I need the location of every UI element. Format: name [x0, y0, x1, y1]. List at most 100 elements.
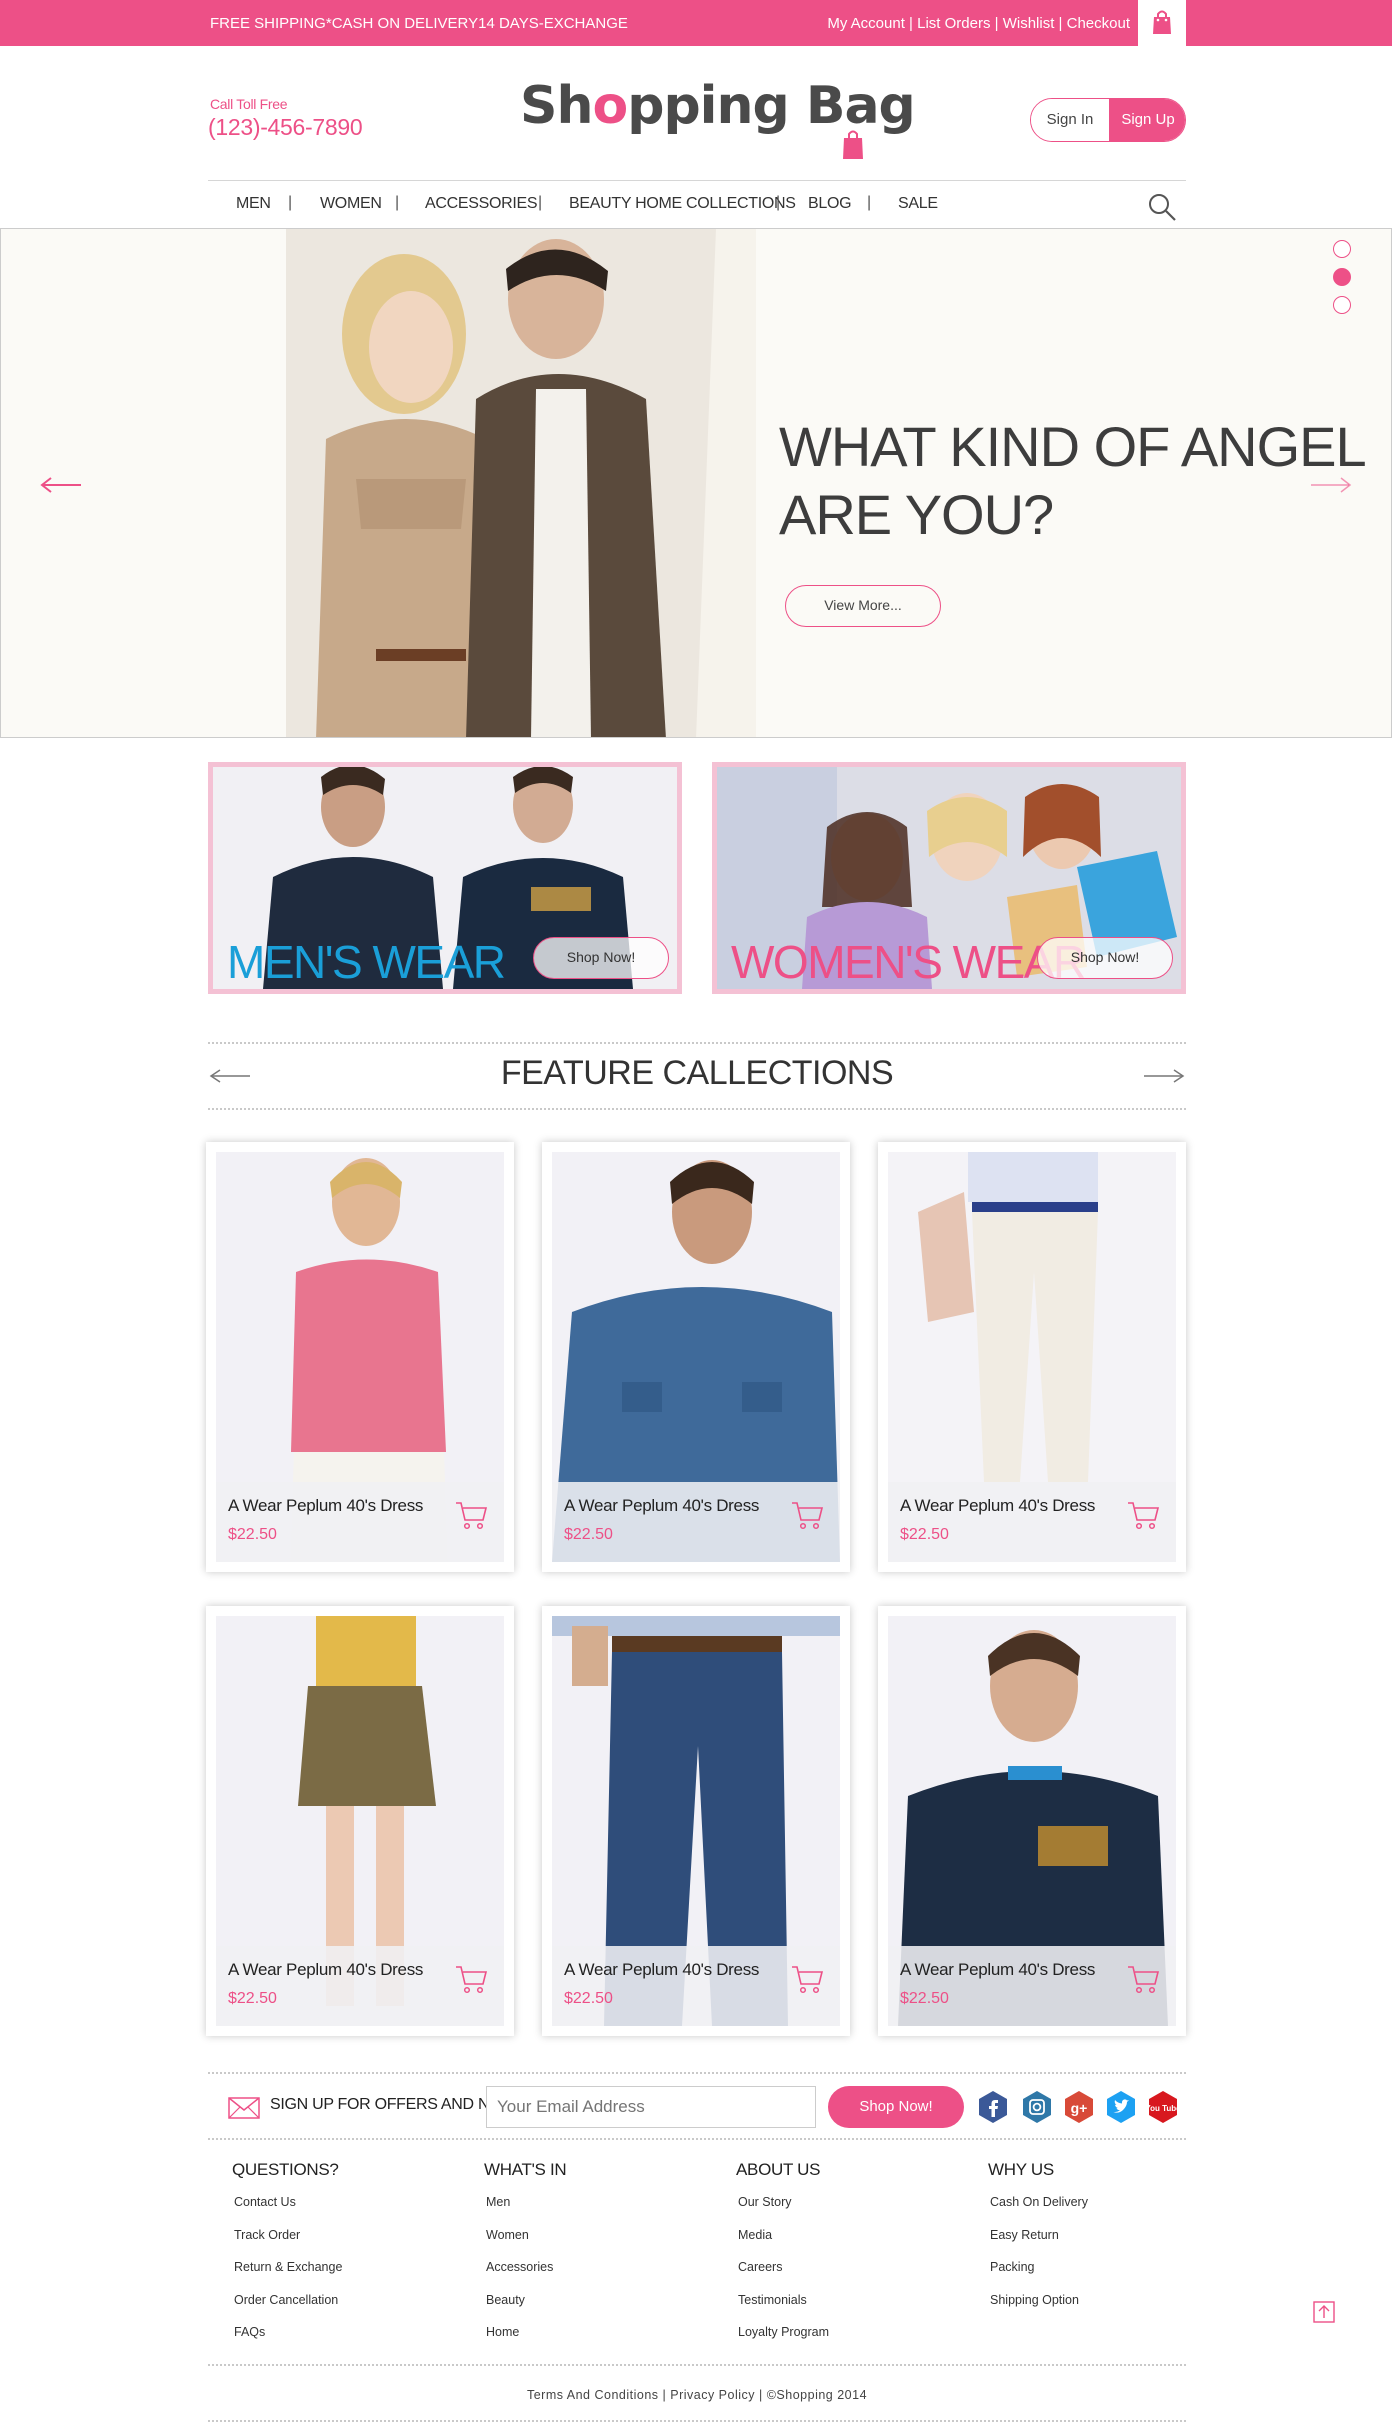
womens-wear-banner[interactable]: WOMEN'S WEAR Shop Now! — [712, 762, 1186, 994]
footer-link[interactable]: Media — [736, 2227, 976, 2260]
product-name[interactable]: A Wear Peplum 40's Dress — [900, 1496, 1095, 1516]
link-separator: | — [990, 15, 1003, 32]
product-caption: A Wear Peplum 40's Dress $22.50 — [216, 1946, 504, 2026]
nav-item-blog[interactable]: BLOG — [808, 195, 852, 213]
top-bar: FREE SHIPPING*CASH ON DELIVERY14 DAYS-EX… — [0, 0, 1392, 46]
phone-number: (123)-456-7890 — [208, 114, 363, 140]
add-to-cart-icon[interactable] — [790, 1964, 824, 1994]
product-card[interactable]: A Wear Peplum 40's Dress $22.50 — [542, 1142, 850, 1572]
divider — [208, 2364, 1186, 2366]
product-card[interactable]: A Wear Peplum 40's Dress $22.50 — [206, 1142, 514, 1572]
footer-link[interactable]: Packing — [988, 2259, 1228, 2292]
footer-column-about-us: ABOUT US Our Story Media Careers Testimo… — [736, 2160, 976, 2357]
mail-icon — [228, 2097, 260, 2119]
footer-link[interactable]: Easy Return — [988, 2227, 1228, 2260]
footer-link[interactable]: Contact Us — [232, 2194, 472, 2227]
logo-text: Sh — [520, 76, 593, 136]
product-card[interactable]: A Wear Peplum 40's Dress $22.50 — [206, 1606, 514, 2036]
nav-item-women[interactable]: WOMEN — [320, 195, 382, 213]
logo-text: o — [592, 76, 628, 136]
checkout-link[interactable]: Checkout — [1067, 15, 1130, 32]
product-name[interactable]: A Wear Peplum 40's Dress — [564, 1496, 759, 1516]
footer-link[interactable]: Men — [484, 2194, 724, 2227]
add-to-cart-icon[interactable] — [454, 1500, 488, 1530]
nav-item-sale[interactable]: SALE — [898, 195, 938, 213]
mens-wear-banner[interactable]: MEN'S WEAR Shop Now! — [208, 762, 682, 994]
sign-up-button[interactable]: Sign Up — [1109, 99, 1185, 141]
site-logo[interactable]: Shopping Bag — [520, 76, 916, 136]
slide-dot[interactable] — [1333, 296, 1351, 314]
hero-headline: WHAT KIND OF ANGEL ARE YOU? — [779, 413, 1367, 549]
divider — [208, 2420, 1186, 2422]
product-card[interactable]: A Wear Peplum 40's Dress $22.50 — [878, 1606, 1186, 2036]
footer-column-whats-in: WHAT'S IN Men Women Accessories Beauty H… — [484, 2160, 724, 2357]
product-name[interactable]: A Wear Peplum 40's Dress — [900, 1960, 1095, 1980]
email-input[interactable] — [486, 2086, 816, 2128]
footer-link[interactable]: Order Cancellation — [232, 2292, 472, 2325]
product-card[interactable]: A Wear Peplum 40's Dress $22.50 — [878, 1142, 1186, 1572]
footer-link[interactable]: Women — [484, 2227, 724, 2260]
google-plus-glyph: g+ — [1071, 2100, 1088, 2116]
footer-column-title: QUESTIONS? — [232, 2160, 339, 2179]
product-caption: A Wear Peplum 40's Dress $22.50 — [888, 1946, 1176, 2026]
cart-button[interactable] — [1138, 0, 1186, 46]
view-more-button[interactable]: View More... — [785, 585, 941, 627]
product-caption: A Wear Peplum 40's Dress $22.50 — [552, 1946, 840, 2026]
auth-buttons: Sign In Sign Up — [1030, 98, 1186, 142]
instagram-icon[interactable] — [1020, 2090, 1054, 2124]
nav-separator: | — [395, 194, 400, 211]
footer-column-questions: QUESTIONS? Contact Us Track Order Return… — [232, 2160, 472, 2357]
footer-link[interactable]: Beauty — [484, 2292, 724, 2325]
footer-link[interactable]: FAQs — [232, 2324, 472, 2357]
nav-separator: | — [538, 194, 543, 211]
product-price: $22.50 — [564, 1990, 613, 2007]
list-orders-link[interactable]: List Orders — [917, 15, 990, 32]
arrow-left-icon[interactable] — [39, 475, 83, 495]
footer-link[interactable]: Accessories — [484, 2259, 724, 2292]
footer-link[interactable]: Home — [484, 2324, 724, 2357]
search-icon[interactable] — [1146, 191, 1178, 223]
google-plus-icon[interactable]: g+ — [1062, 2090, 1096, 2124]
divider — [208, 2138, 1186, 2140]
product-name[interactable]: A Wear Peplum 40's Dress — [228, 1960, 423, 1980]
mens-shop-now-button[interactable]: Shop Now! — [533, 937, 669, 979]
footer-link[interactable]: Careers — [736, 2259, 976, 2292]
newsletter-submit-button[interactable]: Shop Now! — [828, 2086, 964, 2128]
add-to-cart-icon[interactable] — [1126, 1964, 1160, 1994]
account-links: My Account | List Orders | Wishlist | Ch… — [827, 15, 1130, 32]
footer-link[interactable]: Our Story — [736, 2194, 976, 2227]
facebook-icon[interactable] — [976, 2090, 1010, 2124]
logo-bag-icon — [843, 130, 863, 159]
hero-headline-line: ARE YOU? — [779, 483, 1054, 546]
back-to-top-icon[interactable] — [1312, 2298, 1338, 2324]
product-name[interactable]: A Wear Peplum 40's Dress — [228, 1496, 423, 1516]
slide-dot[interactable] — [1333, 240, 1351, 258]
footer-link[interactable]: Cash On Delivery — [988, 2194, 1228, 2227]
product-price: $22.50 — [228, 1990, 277, 2007]
nav-item-men[interactable]: MEN — [236, 195, 271, 213]
footer-link[interactable]: Return & Exchange — [232, 2259, 472, 2292]
product-card[interactable]: A Wear Peplum 40's Dress $22.50 — [542, 1606, 850, 2036]
footer-legal-text[interactable]: Terms And Conditions | Privacy Policy | … — [208, 2388, 1186, 2402]
footer-link[interactable]: Track Order — [232, 2227, 472, 2260]
add-to-cart-icon[interactable] — [454, 1964, 488, 1994]
twitter-icon[interactable] — [1104, 2090, 1138, 2124]
slide-dot-active[interactable] — [1333, 268, 1351, 286]
product-name[interactable]: A Wear Peplum 40's Dress — [564, 1960, 759, 1980]
sign-in-button[interactable]: Sign In — [1031, 99, 1109, 141]
divider — [208, 1042, 1186, 1044]
womens-shop-now-button[interactable]: Shop Now! — [1037, 937, 1173, 979]
nav-item-accessories[interactable]: ACCESSORIES — [425, 195, 538, 213]
wishlist-link[interactable]: Wishlist — [1003, 15, 1055, 32]
arrow-right-icon[interactable] — [1309, 475, 1353, 495]
footer-link[interactable]: Testimonials — [736, 2292, 976, 2325]
add-to-cart-icon[interactable] — [790, 1500, 824, 1530]
nav-item-beauty-home[interactable]: BEAUTY HOME COLLECTIONS — [569, 195, 796, 213]
youtube-icon[interactable]: You Tube — [1146, 2090, 1180, 2124]
my-account-link[interactable]: My Account — [827, 15, 905, 32]
footer-link[interactable]: Loyalty Program — [736, 2324, 976, 2357]
add-to-cart-icon[interactable] — [1126, 1500, 1160, 1530]
logo-text: pping Bag — [627, 76, 916, 136]
footer-link[interactable]: Shipping Option — [988, 2292, 1228, 2325]
arrow-right-icon[interactable] — [1142, 1066, 1186, 1086]
